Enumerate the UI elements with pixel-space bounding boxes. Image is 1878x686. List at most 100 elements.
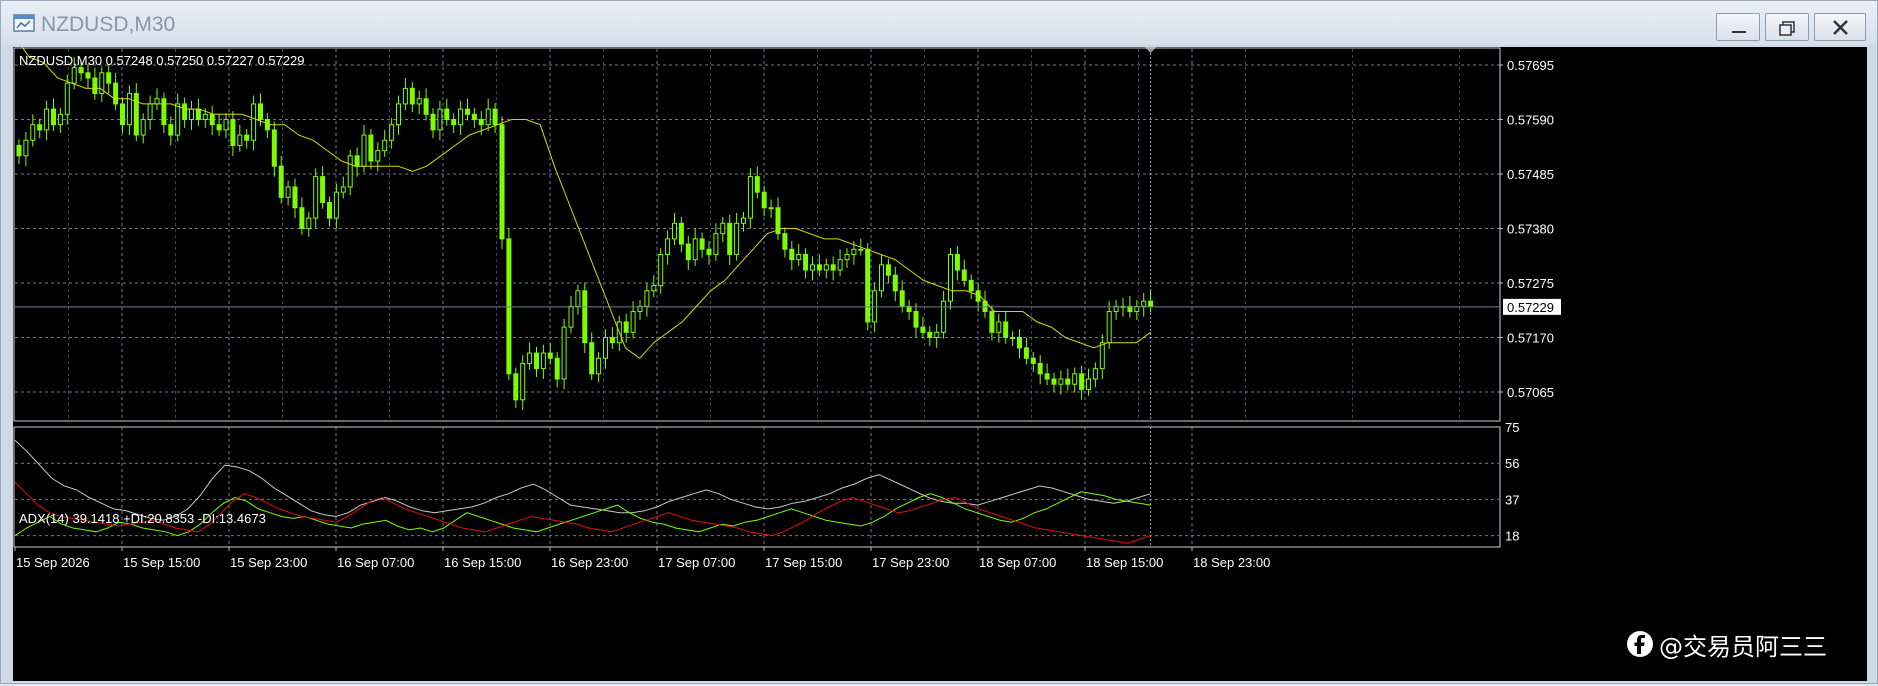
candle-up [872,290,878,323]
candle-up [713,233,719,255]
candle-up [575,290,581,307]
candle-up [1072,373,1078,385]
candle-up [561,326,567,380]
candle-down [865,248,871,323]
candle-down [409,87,415,105]
candle-down [182,103,188,120]
time-tick-label: 17 Sep 07:00 [658,555,735,570]
candle-up [1058,378,1064,385]
candle-down [258,103,263,120]
candle-down [85,72,91,79]
price-tick-label: 0.57485 [1507,167,1554,182]
candle-down [727,222,733,255]
candle-up [879,264,884,292]
candle-down [92,77,98,95]
candle-down [920,326,926,333]
candle-up [941,300,947,333]
facebook-icon [1627,631,1653,657]
candle-up [527,352,533,364]
candle-up [64,82,70,115]
title-bar[interactable]: NZDUSD,M30 [1,1,1877,45]
time-tick-label: 17 Sep 15:00 [765,555,842,570]
candle-down [471,113,477,121]
indicator-label: ADX(14) 39.1418 +DI:20.8353 -DI:13.4673 [19,511,266,526]
candle-up [734,222,740,255]
candle-up [672,222,677,240]
indicator-tick-label: 75 [1505,420,1519,435]
candle-down [444,108,450,121]
candle-up [1092,368,1098,380]
candle-down [1023,347,1029,359]
candle-up [692,238,698,261]
maximize-button[interactable] [1765,13,1809,41]
candle-down [506,238,512,375]
candle-down [271,129,277,167]
candle-down [327,202,332,219]
candle-down [685,243,691,261]
candle-up [140,119,146,136]
candle-up [306,217,312,230]
candle-down [354,155,360,167]
candle-up [437,108,443,131]
candle-down [1044,373,1050,380]
candle-down [954,253,960,271]
minimize-button[interactable] [1716,13,1760,41]
price-tick-label: 0.57275 [1507,276,1554,291]
chart-area[interactable]: NZDUSD,M30 0.57248 0.57250 0.57227 0.572… [13,36,1867,681]
candle-down [816,264,822,271]
chart-window-icon [13,14,35,32]
candle-down [264,119,270,131]
price-tick-label: 0.57695 [1507,58,1554,73]
candle-down [278,165,284,198]
candle-up [416,98,422,105]
candle-down [320,176,326,204]
candle-down [761,191,767,209]
candle-up [630,311,636,333]
candle-up [202,113,208,121]
candle-up [251,103,257,141]
candle-up [823,264,829,271]
candle-up [747,176,753,219]
candle-up [520,362,526,401]
candle-up [175,103,181,136]
close-icon [1833,20,1848,35]
candle-down [478,119,484,126]
time-tick-label: 16 Sep 07:00 [337,555,414,570]
candle-down [989,311,995,333]
price-chart-svg[interactable]: NZDUSD,M30 0.57248 0.57250 0.57227 0.572… [13,36,1867,681]
candle-up [147,103,153,120]
price-tick-label: 0.57590 [1507,113,1554,128]
adx-indicator-series [14,439,1151,544]
candle-up [1010,337,1016,339]
candle-up [382,139,388,152]
candle-up [340,186,346,193]
candle-down [754,176,760,193]
candle-up [154,98,160,105]
candle-down [1051,378,1057,385]
adx-line [14,439,1151,521]
candle-down [1003,321,1009,338]
candle-down [1017,337,1022,349]
candle-down [609,337,615,344]
candle-up [333,191,339,219]
chart-grid [14,49,1503,551]
candle-down [582,290,588,344]
close-button[interactable] [1814,13,1866,41]
candle-down [968,279,974,292]
candle-down [37,124,43,131]
candle-down [451,119,457,126]
candle-down [78,67,84,74]
candle-up [540,352,546,370]
candle-down [1037,362,1043,375]
candle-down [244,134,250,141]
candle-down [547,352,553,359]
indicator-tick-label: 56 [1505,456,1519,471]
candle-up [596,357,602,375]
candle-down [161,98,167,126]
candle-up [389,124,395,141]
candle-up [651,285,657,292]
candle-up [844,253,850,261]
indicator-tick-label: 37 [1505,492,1519,507]
candle-down [230,119,236,146]
candle-down [51,108,56,126]
